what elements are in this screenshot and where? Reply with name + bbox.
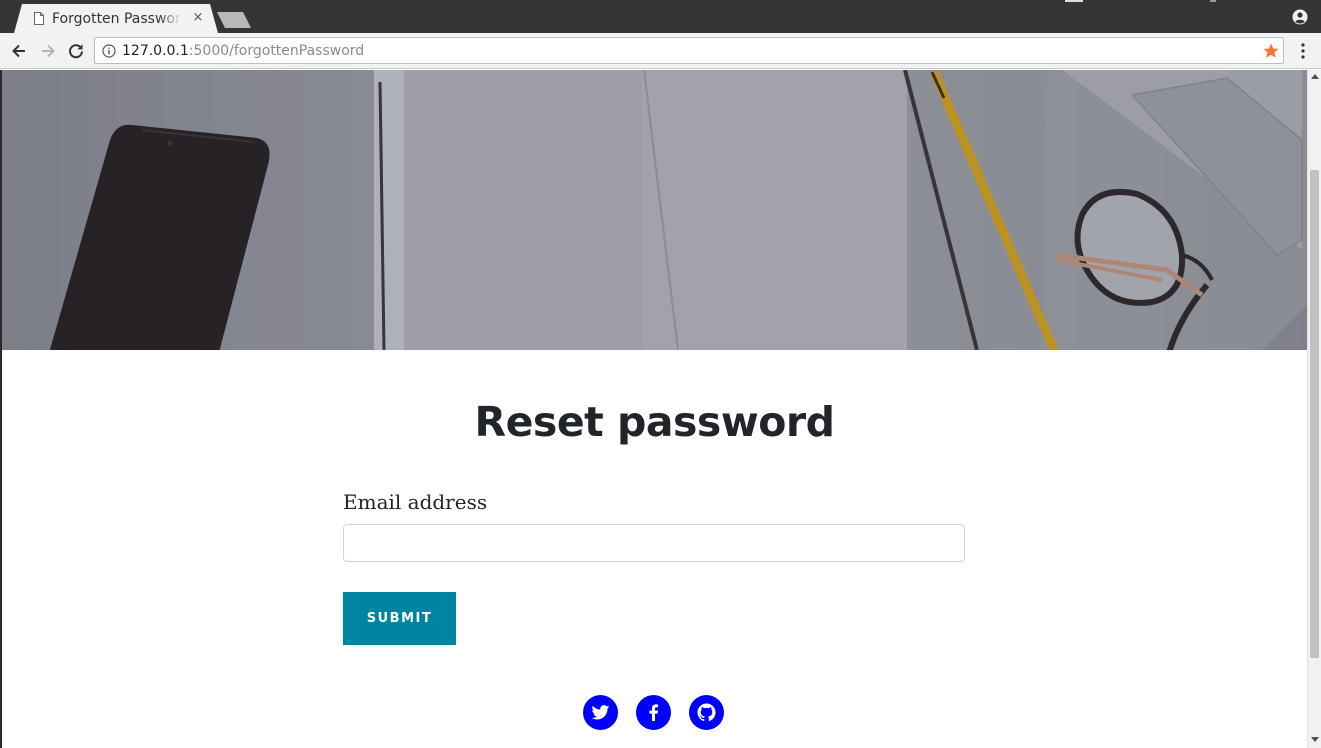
browser-tab-strip: Forgotten Password × [0, 0, 1321, 33]
reset-form-section: Reset password Email address SUBMIT [2, 350, 1307, 748]
facebook-icon [649, 704, 659, 721]
close-tab-icon[interactable]: × [191, 10, 205, 26]
kebab-menu-icon[interactable] [1296, 42, 1310, 60]
window-control-hint [1065, 0, 1083, 2]
scroll-up-arrow-icon[interactable] [1311, 74, 1319, 79]
github-link[interactable] [689, 695, 724, 730]
star-icon[interactable] [1262, 42, 1280, 60]
url-path: :5000/forgottenPassword [188, 43, 365, 59]
email-label: Email address [343, 490, 488, 514]
window-control-hint [1210, 0, 1216, 2]
url-host: 127.0.0.1 [122, 43, 189, 59]
document-icon [34, 12, 44, 25]
browser-tab[interactable]: Forgotten Password × [14, 4, 218, 33]
page-viewport: Reset password Email address SUBMIT [0, 70, 1307, 748]
url-text[interactable]: 127.0.0.1:5000/forgottenPassword [122, 42, 364, 60]
header-overlay [2, 70, 1307, 350]
github-icon [697, 703, 716, 722]
twitter-icon [591, 705, 610, 720]
header-image [2, 70, 1307, 350]
facebook-link[interactable] [636, 695, 671, 730]
back-arrow-icon[interactable] [9, 41, 29, 61]
new-tab-button[interactable] [217, 12, 251, 28]
browser-toolbar: 127.0.0.1:5000/forgottenPassword [0, 33, 1321, 69]
page-title: Reset password [474, 398, 835, 446]
email-field[interactable] [343, 524, 965, 562]
vertical-scrollbar[interactable] [1307, 70, 1321, 748]
scroll-thumb[interactable] [1310, 170, 1319, 658]
info-icon[interactable] [102, 44, 116, 58]
twitter-link[interactable] [583, 695, 618, 730]
submit-button[interactable]: SUBMIT [343, 592, 456, 645]
address-bar[interactable]: 127.0.0.1:5000/forgottenPassword [94, 37, 1284, 64]
profile-icon[interactable] [1292, 9, 1308, 25]
scroll-down-arrow-icon[interactable] [1311, 737, 1319, 742]
forward-arrow-icon[interactable] [38, 41, 58, 61]
tab-title: Forgotten Password [52, 10, 182, 28]
reload-icon[interactable] [66, 41, 86, 61]
